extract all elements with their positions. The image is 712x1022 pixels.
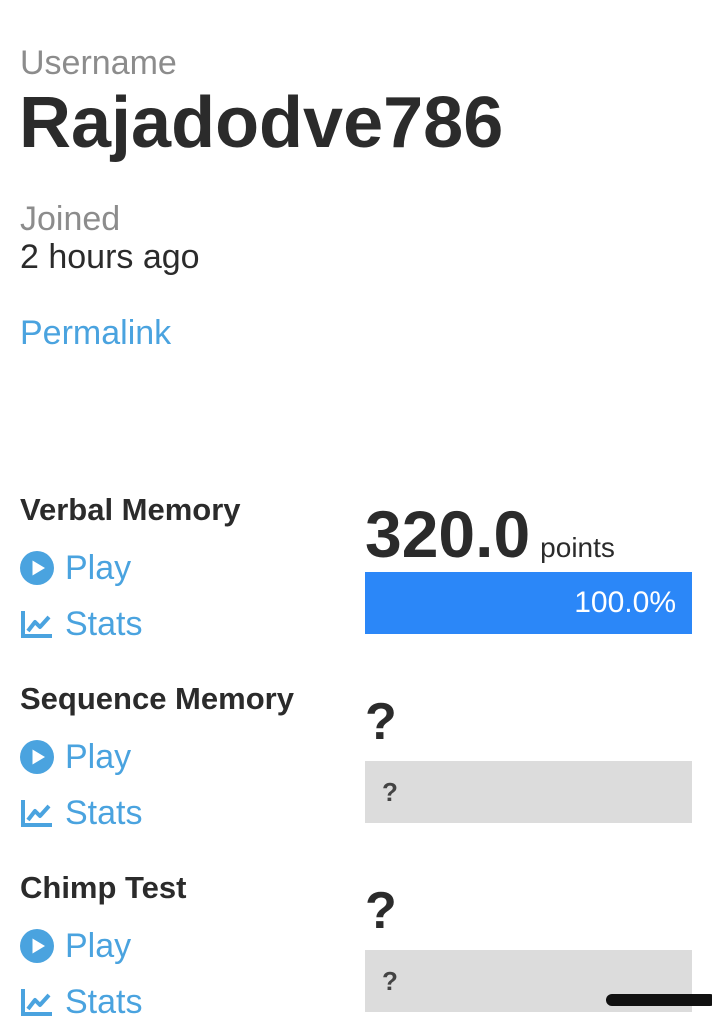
percentile-bar-sequence-memory: ? [365,761,692,823]
play-button-sequence-memory[interactable]: Play [20,737,131,777]
percentile-label: ? [382,777,398,807]
score-chimp-test: ? [365,882,397,940]
joined-label: Joined [20,200,121,238]
stats-button-sequence-memory[interactable]: Stats [20,793,142,833]
stats-button-verbal-memory[interactable]: Stats [20,604,142,644]
home-indicator[interactable] [606,994,712,1006]
play-label: Play [65,737,132,776]
line-chart-icon [20,985,54,1019]
score-unit: points [540,532,615,563]
play-label: Play [65,548,132,587]
play-label: Play [65,926,132,965]
stats-button-chimp-test[interactable]: Stats [20,982,142,1022]
stats-label: Stats [65,982,143,1021]
play-circle-icon [20,740,54,774]
play-circle-icon [20,551,54,585]
line-chart-icon [20,796,54,830]
play-button-verbal-memory[interactable]: Play [20,548,131,588]
percentile-bar-verbal-memory: 100.0% [365,572,692,634]
score-value: 320.0 [365,497,531,571]
play-button-chimp-test[interactable]: Play [20,926,131,966]
test-name-chimp-test: Chimp Test [20,870,187,905]
test-name-verbal-memory: Verbal Memory [20,492,241,527]
permalink-link[interactable]: Permalink [20,314,171,353]
test-name-sequence-memory: Sequence Memory [20,681,294,716]
username: Rajadodve786 [19,83,504,163]
play-circle-icon [20,929,54,963]
percentile-label: 100.0% [574,586,676,619]
username-label: Username [20,44,177,82]
stats-label: Stats [65,793,143,832]
percentile-label: ? [382,966,398,996]
stats-label: Stats [65,604,143,643]
line-chart-icon [20,607,54,641]
joined-value: 2 hours ago [20,238,200,276]
score-sequence-memory: ? [365,693,397,751]
score-verbal-memory: 320.0 points [365,496,615,572]
